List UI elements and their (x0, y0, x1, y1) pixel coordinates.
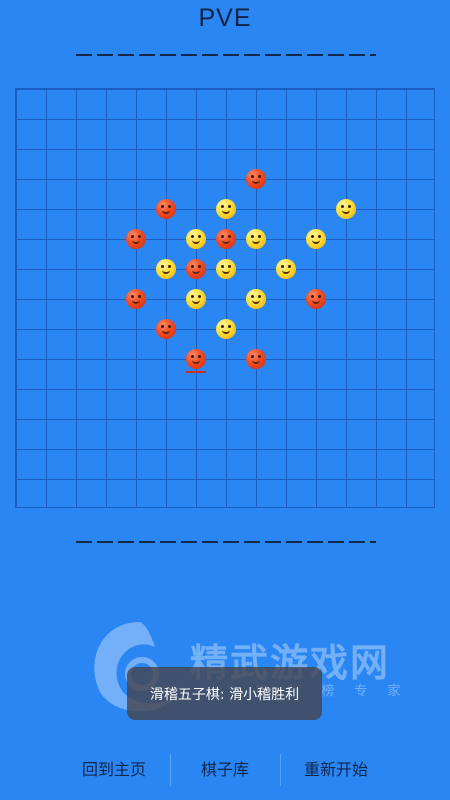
yellow-piece (216, 319, 236, 339)
red-piece (156, 319, 176, 339)
yellow-piece (216, 199, 236, 219)
yellow-piece (216, 259, 236, 279)
yellow-piece (186, 229, 206, 249)
red-piece (126, 229, 146, 249)
bottom-nav: 回到主页 棋子库 重新开始 (0, 748, 450, 792)
red-piece (216, 229, 236, 249)
page-title: PVE (198, 4, 252, 32)
red-piece (126, 289, 146, 309)
red-piece (246, 169, 266, 189)
yellow-piece (156, 259, 176, 279)
yellow-piece (306, 229, 326, 249)
red-piece (186, 349, 206, 369)
restart-button[interactable]: 重新开始 (280, 748, 392, 792)
gomoku-board[interactable] (15, 88, 435, 508)
yellow-piece (276, 259, 296, 279)
yellow-piece (246, 229, 266, 249)
piece-library-button[interactable]: 棋子库 (170, 748, 280, 792)
yellow-piece (336, 199, 356, 219)
red-piece (246, 349, 266, 369)
yellow-piece (246, 289, 266, 309)
home-button[interactable]: 回到主页 (58, 748, 170, 792)
bottom-divider (76, 541, 376, 543)
red-piece (186, 259, 206, 279)
last-move-marker (186, 371, 206, 373)
red-piece (306, 289, 326, 309)
toast-message: 滑稽五子棋: 滑小稽胜利 (127, 667, 322, 720)
top-divider (76, 54, 376, 56)
yellow-piece (186, 289, 206, 309)
red-piece (156, 199, 176, 219)
